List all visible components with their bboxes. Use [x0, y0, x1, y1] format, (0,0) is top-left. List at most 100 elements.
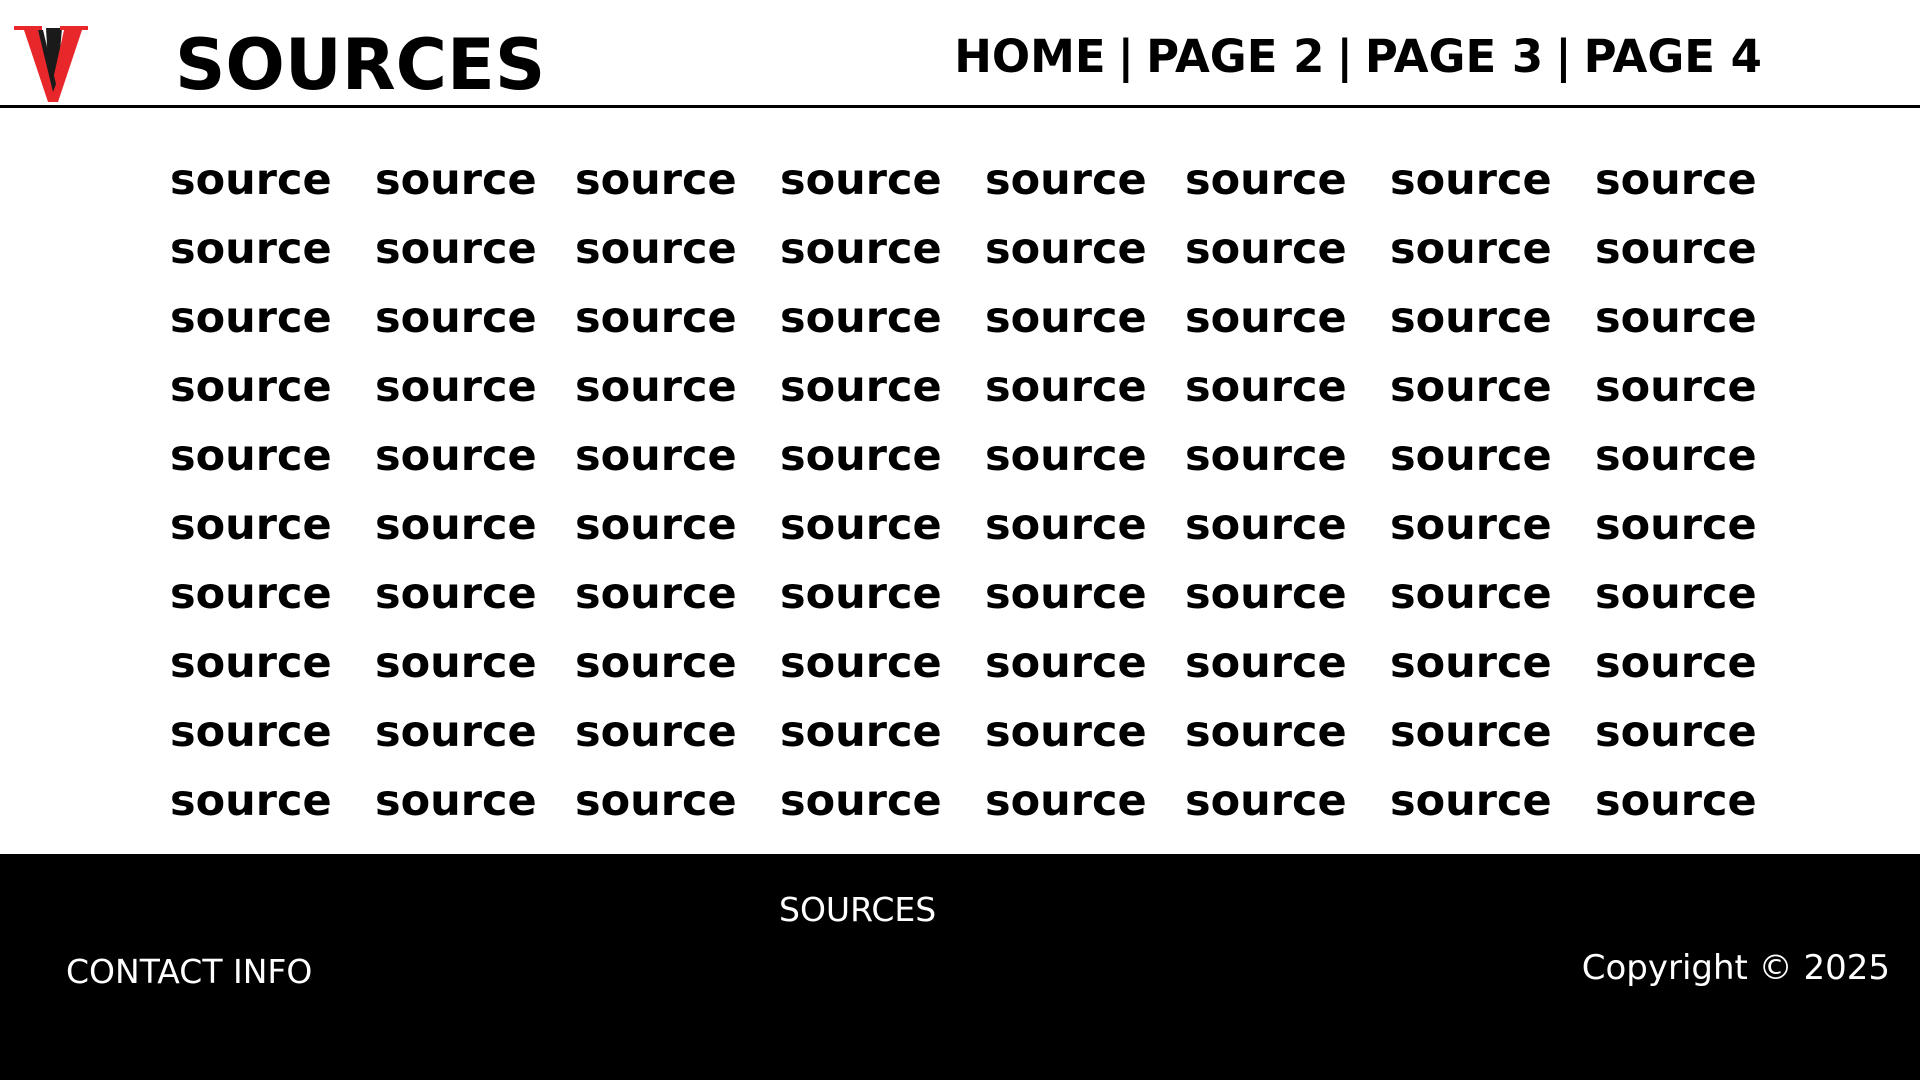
source-item: source — [575, 569, 737, 619]
source-item: source — [1185, 707, 1347, 757]
source-item: source — [1390, 155, 1552, 205]
footer-title: SOURCES — [779, 890, 937, 929]
source-item: source — [375, 155, 537, 205]
source-item: source — [1595, 707, 1757, 757]
nav-home-link[interactable]: HOME — [954, 22, 1105, 92]
source-item: source — [985, 569, 1147, 619]
source-item: source — [780, 707, 942, 757]
grid-row: source source source source source source sour… — [170, 150, 1770, 219]
site-footer: SOURCES CONTACT INFO Copyright © 2025 — [0, 854, 1920, 1080]
source-item: source — [375, 224, 537, 274]
grid-row: source source source source source source sour… — [170, 564, 1770, 633]
source-item: source — [170, 707, 332, 757]
source-item: source — [1390, 776, 1552, 826]
source-item: source — [780, 362, 942, 412]
copyright-text: Copyright © 2025 — [1581, 948, 1890, 988]
source-item: source — [1390, 293, 1552, 343]
source-item: source — [375, 638, 537, 688]
page: SOURCES HOME | PAGE 2 | PAGE 3 | PAGE 4 … — [0, 0, 1920, 1080]
source-item: source — [780, 155, 942, 205]
source-grid: source source source source source source sour… — [170, 150, 1770, 840]
source-item: source — [1595, 569, 1757, 619]
source-item: source — [1595, 431, 1757, 481]
source-item: source — [780, 224, 942, 274]
source-item: source — [170, 500, 332, 550]
grid-row: source source source source source source sour… — [170, 426, 1770, 495]
source-item: source — [1390, 224, 1552, 274]
source-item: source — [1185, 224, 1347, 274]
source-item: source — [780, 569, 942, 619]
source-item: source — [1185, 431, 1347, 481]
source-item: source — [375, 707, 537, 757]
nav-page-3-link[interactable]: PAGE 3 — [1365, 22, 1543, 92]
source-item: source — [1185, 293, 1347, 343]
source-item: source — [985, 776, 1147, 826]
source-item: source — [985, 707, 1147, 757]
source-item: source — [1390, 362, 1552, 412]
main-nav: HOME | PAGE 2 | PAGE 3 | PAGE 4 — [954, 22, 1762, 92]
grid-row: source source source source source source sour… — [170, 702, 1770, 771]
source-item: source — [1595, 638, 1757, 688]
source-item: source — [375, 431, 537, 481]
source-item: source — [575, 638, 737, 688]
source-item: source — [1390, 638, 1552, 688]
source-item: source — [170, 638, 332, 688]
nav-page-4-link[interactable]: PAGE 4 — [1584, 22, 1762, 92]
source-item: source — [985, 500, 1147, 550]
source-item: source — [780, 431, 942, 481]
source-item: source — [1595, 500, 1757, 550]
source-item: source — [1595, 776, 1757, 826]
grid-row: source source source source source source sour… — [170, 633, 1770, 702]
contact-info-link[interactable]: CONTACT INFO — [66, 952, 312, 992]
source-item: source — [985, 431, 1147, 481]
v-logo-icon[interactable] — [12, 22, 92, 104]
source-item: source — [575, 224, 737, 274]
source-item: source — [1185, 569, 1347, 619]
nav-page-2-link[interactable]: PAGE 2 — [1146, 22, 1324, 92]
source-item: source — [1185, 155, 1347, 205]
source-item: source — [1390, 431, 1552, 481]
source-item: source — [780, 776, 942, 826]
source-item: source — [1390, 707, 1552, 757]
source-item: source — [1595, 362, 1757, 412]
grid-row: source source source source source source sour… — [170, 357, 1770, 426]
source-item: source — [170, 776, 332, 826]
source-item: source — [1595, 224, 1757, 274]
source-item: source — [170, 155, 332, 205]
source-item: source — [575, 362, 737, 412]
source-item: source — [170, 362, 332, 412]
grid-row: source source source source source source sour… — [170, 495, 1770, 564]
source-item: source — [1185, 362, 1347, 412]
source-item: source — [1185, 776, 1347, 826]
source-item: source — [170, 293, 332, 343]
source-item: source — [375, 500, 537, 550]
source-item: source — [985, 293, 1147, 343]
source-item: source — [575, 155, 737, 205]
nav-separator: | — [1336, 30, 1353, 83]
source-item: source — [575, 500, 737, 550]
source-item: source — [780, 638, 942, 688]
source-item: source — [170, 431, 332, 481]
site-header: SOURCES HOME | PAGE 2 | PAGE 3 | PAGE 4 — [0, 0, 1920, 108]
source-item: source — [575, 776, 737, 826]
source-item: source — [575, 431, 737, 481]
source-item: source — [170, 569, 332, 619]
source-item: source — [985, 155, 1147, 205]
source-item: source — [1595, 293, 1757, 343]
source-item: source — [1185, 638, 1347, 688]
source-item: source — [375, 362, 537, 412]
source-item: source — [985, 224, 1147, 274]
grid-row: source source source source source source sour… — [170, 219, 1770, 288]
grid-row: source source source source source source sour… — [170, 771, 1770, 840]
grid-row: source source source source source source sour… — [170, 288, 1770, 357]
source-item: source — [375, 569, 537, 619]
nav-separator: | — [1117, 30, 1135, 83]
source-item: source — [780, 500, 942, 550]
source-item: source — [1390, 500, 1552, 550]
source-item: source — [375, 776, 537, 826]
source-item: source — [170, 224, 332, 274]
source-item: source — [1390, 569, 1552, 619]
source-item: source — [985, 638, 1147, 688]
source-item: source — [575, 707, 737, 757]
source-item: source — [1595, 155, 1757, 205]
